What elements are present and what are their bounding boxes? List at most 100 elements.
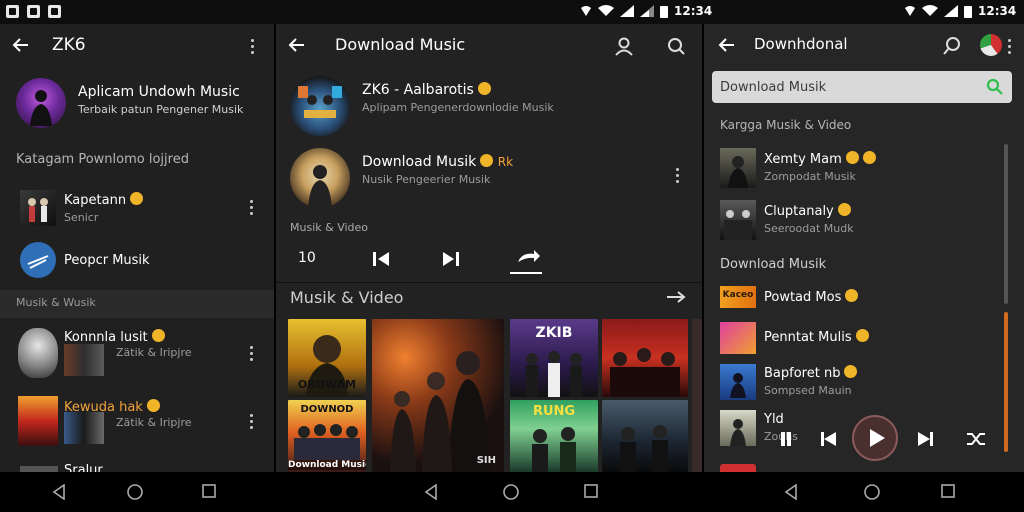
page-title: ZK6	[52, 35, 86, 55]
next-icon[interactable]	[442, 250, 460, 268]
nav-home-icon[interactable]	[127, 484, 143, 500]
app-bar: Download Music	[276, 24, 702, 68]
section-download-label: Katagam Pownlomo lojjred	[16, 152, 189, 167]
tile-caption: RUNG	[532, 404, 576, 419]
list-item-thumbnail	[720, 364, 756, 400]
media-tile[interactable]: RUNG	[510, 400, 598, 472]
more-vert-icon[interactable]	[250, 346, 254, 362]
tile-caption: OROWAM	[297, 378, 357, 391]
search-input[interactable]	[720, 77, 970, 97]
back-arrow-icon[interactable]	[718, 36, 736, 54]
nav-recents-icon[interactable]	[584, 484, 598, 498]
next-icon[interactable]	[916, 430, 934, 448]
previous-icon[interactable]	[372, 250, 390, 268]
nav-recents-icon[interactable]	[202, 484, 216, 498]
app-header: Aplicam Undowh Music Terbaik patun Penge…	[78, 84, 243, 116]
section-label: Download Musik	[720, 257, 827, 272]
navigation-bar	[0, 472, 1024, 512]
media-tile-partial	[692, 319, 702, 472]
list-item-thumbnail	[18, 396, 58, 446]
list-item[interactable]: Cluptanaly Seeroodat Mudk	[704, 198, 1004, 242]
nav-home-icon[interactable]	[864, 484, 880, 500]
play-button[interactable]	[852, 415, 898, 461]
verified-badge-icon	[845, 151, 859, 164]
list-item-title: Kewuda hak	[64, 396, 160, 415]
list-item[interactable]: Konnnla lusit Zätik & Iripjre	[0, 324, 274, 384]
search-icon[interactable]	[666, 36, 686, 56]
back-arrow-icon[interactable]	[288, 36, 306, 54]
list-item[interactable]: Xemty Mam Zompodat Musik	[704, 146, 1004, 190]
more-vert-icon[interactable]	[250, 414, 254, 430]
list-item[interactable]: Kapetann Senicr	[0, 188, 274, 232]
media-tile[interactable]: OROWAM	[288, 319, 366, 397]
verified-badge-icon	[837, 203, 851, 216]
battery-icon	[660, 5, 668, 18]
previous-icon[interactable]	[820, 430, 838, 448]
card-title: Download Musik Rk	[362, 154, 514, 170]
scroll-indicator	[1004, 312, 1008, 452]
more-vert-icon[interactable]	[251, 39, 255, 55]
tile-caption: ZKIB	[535, 325, 573, 341]
card[interactable]: Download Musik Rk Nusik Pengeerier Musik	[276, 146, 702, 210]
media-tile[interactable]	[602, 319, 688, 397]
card[interactable]: ZK6 - Aalbarotis Aplipam Pengenerdownlod…	[276, 74, 702, 138]
media-tile[interactable]	[602, 400, 688, 472]
app-header-subtitle: Terbaik patun Pengener Musik	[78, 103, 244, 116]
search-bar[interactable]	[712, 71, 1012, 103]
arrow-right-icon[interactable]	[666, 290, 686, 304]
list-item[interactable]: Kewuda hak Zätik & Iripjre	[0, 392, 274, 452]
list-item[interactable]: Kaceo Powtad Mos	[704, 284, 1004, 316]
more-vert-icon[interactable]	[1008, 39, 1012, 55]
nav-back-icon[interactable]	[424, 484, 438, 500]
page-title: Download Music	[335, 35, 466, 54]
list-item-album-art	[64, 412, 104, 444]
media-tile[interactable]: DOWNOD Download Music	[288, 400, 366, 472]
nav-back-icon[interactable]	[52, 484, 66, 500]
player-label: Musik & Video	[290, 221, 369, 234]
location-icon	[581, 6, 591, 16]
avatar[interactable]	[980, 34, 1002, 56]
list-item-thumbnail: Kaceo	[720, 286, 756, 308]
nav-home-icon[interactable]	[503, 484, 519, 500]
list-item[interactable]: Peopcr Musik	[0, 240, 274, 284]
divider	[276, 282, 702, 283]
list-item-thumbnail	[720, 148, 756, 188]
more-vert-icon[interactable]	[676, 168, 680, 184]
wifi-icon	[598, 5, 614, 16]
panel-right: Downhdonal Kargga Musik & Video Xemty Ma…	[704, 24, 1024, 472]
share-icon[interactable]	[514, 248, 540, 270]
list-item[interactable]: Bapforet nb Sompsed Mauin	[704, 362, 1004, 402]
nav-recents-icon[interactable]	[941, 484, 955, 498]
list-item[interactable]: Sralur	[0, 460, 274, 472]
list-item[interactable]: Penntat Mulis	[704, 320, 1004, 356]
verified-badge-icon	[480, 154, 494, 167]
scrollbar[interactable]	[1004, 144, 1008, 304]
nav-back-icon[interactable]	[784, 484, 798, 500]
status-bar: 12:34 12:34	[0, 0, 1024, 24]
verified-badge-icon	[845, 289, 859, 302]
shuffle-icon[interactable]	[966, 430, 986, 448]
media-tile[interactable]: ZKIB	[510, 319, 598, 397]
profile-icon[interactable]	[614, 36, 634, 56]
search-icon[interactable]	[942, 36, 962, 56]
status-icons-middle: 12:34	[580, 4, 712, 18]
list-item-title: Cluptanaly	[764, 203, 854, 219]
track-counter: 10	[298, 250, 316, 266]
list-item-thumbnail-partial	[720, 464, 756, 472]
signal-icon	[640, 5, 654, 17]
active-indicator	[510, 272, 542, 274]
list-item-thumbnail	[20, 190, 56, 226]
card-thumbnail	[290, 76, 350, 136]
list-item-thumbnail	[720, 322, 756, 354]
section-title: Musik & Video	[290, 288, 404, 307]
more-vert-icon[interactable]	[250, 200, 254, 216]
playlist-icon[interactable]	[780, 430, 798, 448]
list-item-subtitle: Senicr	[64, 211, 99, 224]
list-item-subtitle: Zätik & Iripjre	[116, 416, 192, 429]
verified-badge-icon	[130, 192, 144, 205]
media-tile[interactable]: SIH	[372, 319, 504, 472]
list-item-title: Bapforet nb	[764, 365, 858, 381]
tile-caption: DOWNOD	[300, 404, 354, 415]
search-icon[interactable]	[986, 78, 1004, 96]
back-arrow-icon[interactable]	[12, 36, 30, 54]
